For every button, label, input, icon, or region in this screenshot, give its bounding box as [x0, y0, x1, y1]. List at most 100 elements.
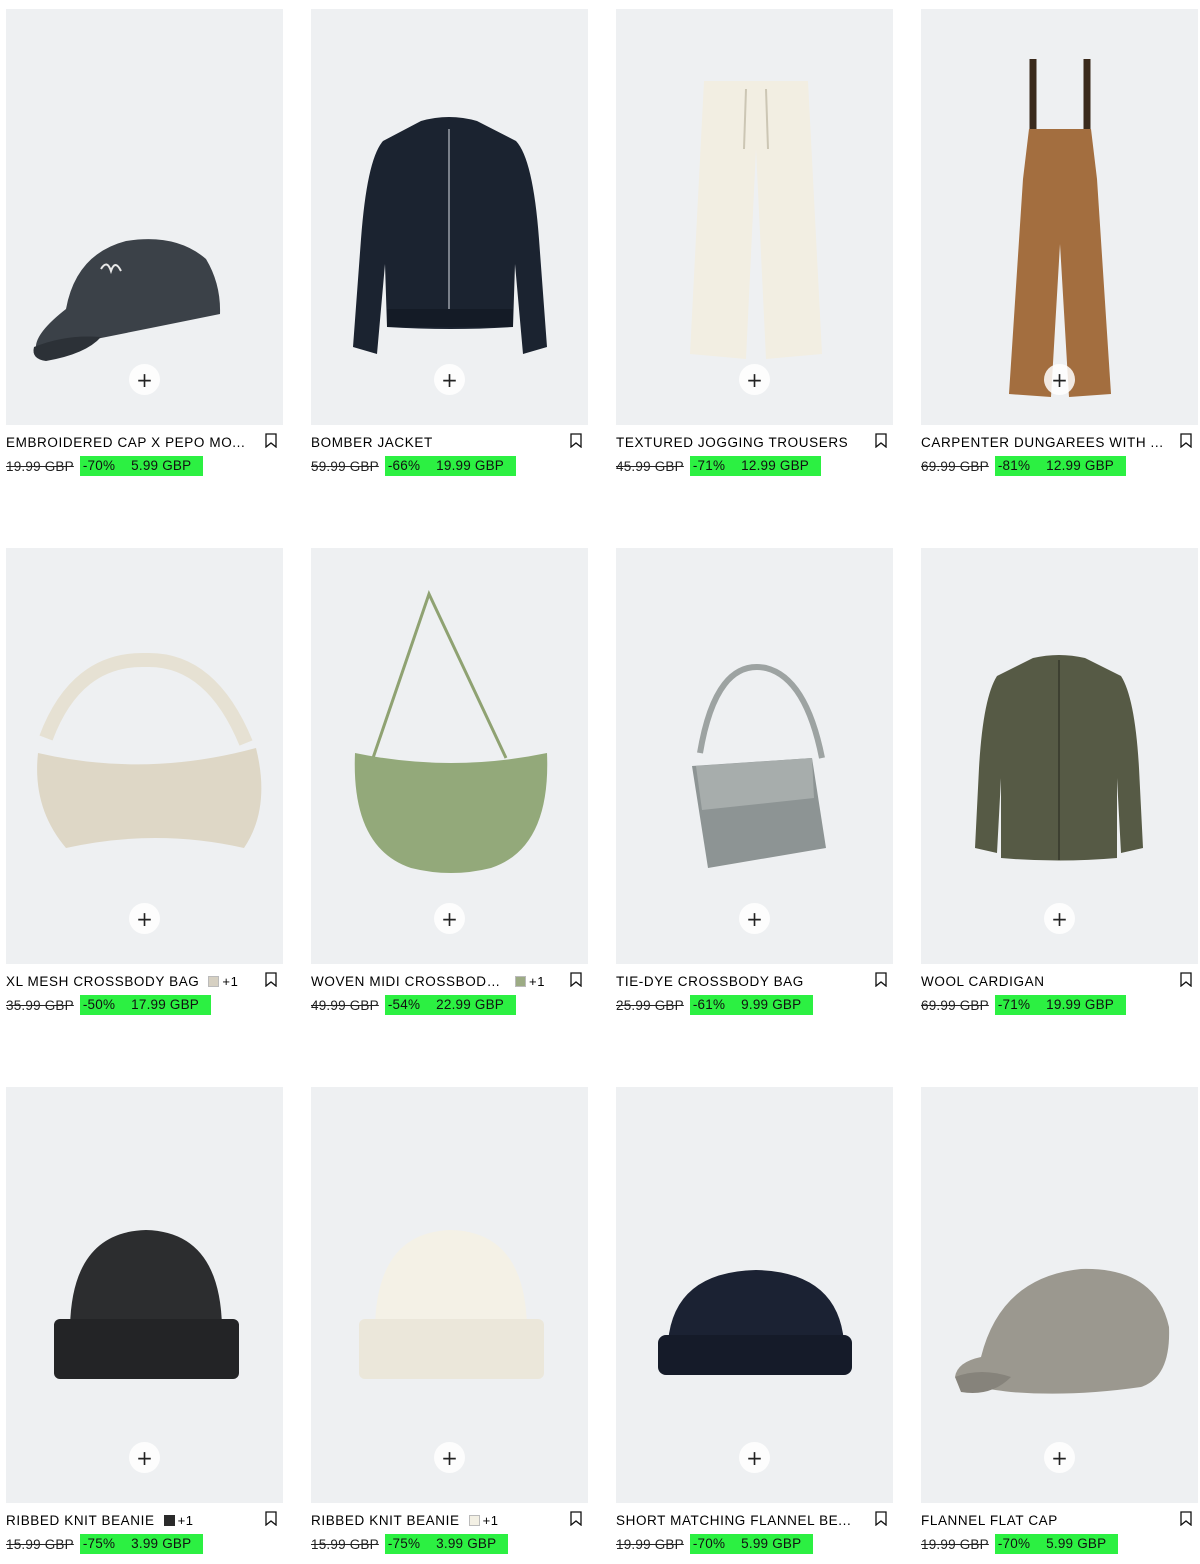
cap-image	[33, 239, 221, 361]
price-row: 45.99 GBP -71% 12.99 GBP	[616, 456, 893, 476]
bookmark-icon[interactable]	[265, 433, 277, 448]
price-row: 19.99 GBP -70% 5.99 GBP	[921, 1534, 1198, 1554]
discount-percent: -70%	[692, 1536, 726, 1551]
bookmark-icon[interactable]	[1180, 433, 1192, 448]
product-name[interactable]: BOMBER JACKET	[311, 435, 433, 450]
add-to-cart-button[interactable]: +	[129, 903, 160, 934]
sale-badge: -70% 5.99 GBP	[689, 1534, 814, 1554]
product-name[interactable]: XL MESH CROSSBODY BAG	[6, 974, 199, 989]
product-image[interactable]: +	[6, 9, 283, 425]
black-beanie-image	[54, 1230, 239, 1379]
product-card[interactable]: + WOOL CARDIGAN 69.99 GBP -71% 19.99 GBP	[921, 548, 1198, 1015]
product-card[interactable]: + EMBROIDERED CAP X PEPO MO... 19.99 GBP…	[6, 9, 283, 476]
cardigan-image	[975, 655, 1143, 861]
add-to-cart-button[interactable]: +	[129, 364, 160, 395]
product-image[interactable]: +	[616, 9, 893, 425]
product-name[interactable]: TEXTURED JOGGING TROUSERS	[616, 435, 848, 450]
add-to-cart-button[interactable]: +	[434, 903, 465, 934]
discount-percent: -75%	[387, 1536, 421, 1551]
product-name[interactable]: SHORT MATCHING FLANNEL BE...	[616, 1513, 851, 1528]
sale-badge: -70% 5.99 GBP	[79, 456, 204, 476]
product-name[interactable]: WOOL CARDIGAN	[921, 974, 1045, 989]
product-image[interactable]: +	[921, 9, 1198, 425]
discount-percent: -66%	[387, 458, 421, 473]
mesh-bag-image	[37, 652, 262, 848]
bookmark-icon[interactable]	[875, 1511, 887, 1526]
product-image[interactable]: +	[921, 1087, 1198, 1503]
product-image[interactable]: +	[921, 548, 1198, 964]
sale-price: 3.99 GBP	[131, 1536, 192, 1551]
bookmark-icon[interactable]	[570, 1511, 582, 1526]
product-name[interactable]: RIBBED KNIT BEANIE	[311, 1513, 460, 1528]
product-card[interactable]: + TIE-DYE CROSSBODY BAG 25.99 GBP -61% 9.…	[616, 548, 893, 1015]
product-card[interactable]: + BOMBER JACKET 59.99 GBP -66% 19.99 GBP	[311, 9, 588, 476]
product-image[interactable]: +	[311, 548, 588, 964]
product-image[interactable]: +	[6, 548, 283, 964]
add-to-cart-button[interactable]: +	[434, 364, 465, 395]
original-price: 15.99 GBP	[6, 1536, 74, 1552]
original-price: 25.99 GBP	[616, 997, 684, 1013]
product-name[interactable]: EMBROIDERED CAP X PEPO MO...	[6, 435, 245, 450]
product-image[interactable]: +	[311, 9, 588, 425]
colour-swatch[interactable]	[468, 1514, 480, 1526]
product-name[interactable]: RIBBED KNIT BEANIE	[6, 1513, 155, 1528]
colour-swatch[interactable]	[163, 1514, 175, 1526]
add-to-cart-button[interactable]: +	[1044, 903, 1075, 934]
bookmark-icon[interactable]	[265, 1511, 277, 1526]
more-colours-count[interactable]: +1	[178, 1513, 194, 1528]
product-card[interactable]: + XL MESH CROSSBODY BAG +1 35.99 GBP -50…	[6, 548, 283, 1015]
product-card[interactable]: + FLANNEL FLAT CAP 19.99 GBP -70% 5.99 GB…	[921, 1087, 1198, 1554]
product-card[interactable]: + CARPENTER DUNGAREES WITH ... 69.99 GBP…	[921, 9, 1198, 476]
bookmark-icon[interactable]	[1180, 1511, 1192, 1526]
product-name[interactable]: TIE-DYE CROSSBODY BAG	[616, 974, 804, 989]
colour-swatch[interactable]	[515, 975, 526, 987]
more-colours-count[interactable]: +1	[222, 974, 238, 989]
product-name[interactable]: FLANNEL FLAT CAP	[921, 1513, 1058, 1528]
original-price: 69.99 GBP	[921, 997, 989, 1013]
flat-cap-image	[955, 1268, 1170, 1394]
bookmark-icon[interactable]	[875, 433, 887, 448]
bookmark-icon[interactable]	[570, 433, 582, 448]
sale-badge: -61% 9.99 GBP	[689, 995, 814, 1015]
discount-percent: -61%	[692, 997, 726, 1012]
add-to-cart-button[interactable]: +	[739, 364, 770, 395]
original-price: 45.99 GBP	[616, 458, 684, 474]
product-name[interactable]: CARPENTER DUNGAREES WITH ...	[921, 435, 1164, 450]
add-to-cart-button[interactable]: +	[129, 1442, 160, 1473]
product-image[interactable]: +	[6, 1087, 283, 1503]
sale-badge: -70% 5.99 GBP	[994, 1534, 1119, 1554]
sale-price: 19.99 GBP	[1046, 997, 1115, 1012]
sale-price: 22.99 GBP	[436, 997, 505, 1012]
add-to-cart-button[interactable]: +	[434, 1442, 465, 1473]
discount-percent: -71%	[692, 458, 726, 473]
colour-swatch[interactable]	[208, 975, 220, 987]
bookmark-icon[interactable]	[265, 972, 277, 987]
product-card[interactable]: + RIBBED KNIT BEANIE +1 15.99 GBP -75% 3.…	[6, 1087, 283, 1554]
navy-beanie-image	[658, 1270, 852, 1375]
add-to-cart-button[interactable]: +	[1044, 364, 1075, 395]
sale-price: 9.99 GBP	[741, 997, 802, 1012]
price-row: 15.99 GBP -75% 3.99 GBP	[6, 1534, 283, 1554]
original-price: 19.99 GBP	[6, 458, 74, 474]
sale-badge: -75% 3.99 GBP	[79, 1534, 204, 1554]
bookmark-icon[interactable]	[1180, 972, 1192, 987]
more-colours-count[interactable]: +1	[483, 1513, 499, 1528]
product-card[interactable]: + TEXTURED JOGGING TROUSERS 45.99 GBP -7…	[616, 9, 893, 476]
discount-percent: -81%	[997, 458, 1031, 473]
sale-price: 5.99 GBP	[131, 458, 192, 473]
product-image[interactable]: +	[616, 1087, 893, 1503]
more-colours-count[interactable]: +1	[529, 974, 545, 989]
add-to-cart-button[interactable]: +	[1044, 1442, 1075, 1473]
discount-percent: -50%	[82, 997, 116, 1012]
product-card[interactable]: + RIBBED KNIT BEANIE +1 15.99 GBP -75% 3.…	[311, 1087, 588, 1554]
bookmark-icon[interactable]	[875, 972, 887, 987]
price-row: 35.99 GBP -50% 17.99 GBP	[6, 995, 283, 1015]
product-card[interactable]: + SHORT MATCHING FLANNEL BE... 19.99 GBP…	[616, 1087, 893, 1554]
add-to-cart-button[interactable]: +	[739, 1442, 770, 1473]
add-to-cart-button[interactable]: +	[739, 903, 770, 934]
product-image[interactable]: +	[616, 548, 893, 964]
product-card[interactable]: + WOVEN MIDI CROSSBODY ... +1 49.99 GBP …	[311, 548, 588, 1015]
product-image[interactable]: +	[311, 1087, 588, 1503]
bookmark-icon[interactable]	[570, 972, 582, 987]
product-name[interactable]: WOVEN MIDI CROSSBODY ...	[311, 974, 506, 989]
